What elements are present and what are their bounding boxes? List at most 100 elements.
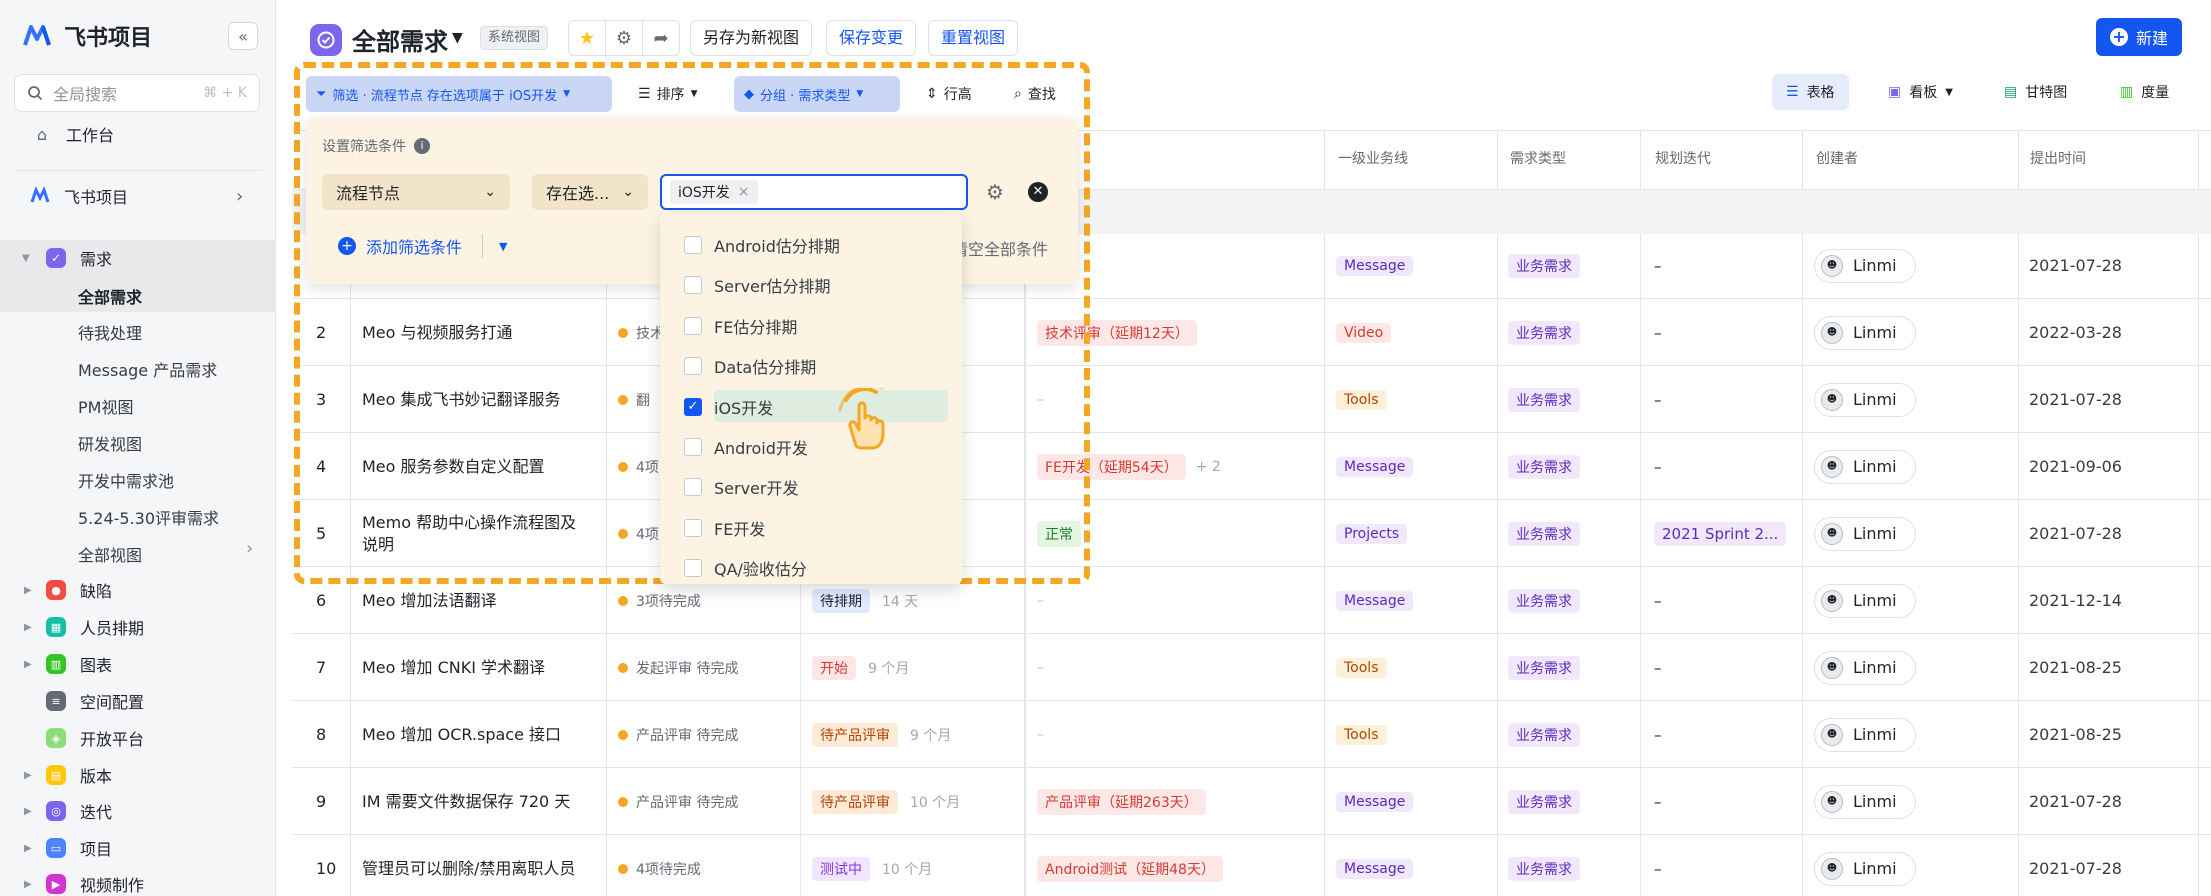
view-type-kanban[interactable]: ▣ 看板 ▼	[1874, 74, 1967, 110]
filter-option[interactable]: FE估分排期	[684, 309, 797, 343]
sidebar-item-staffing[interactable]: ▶ ▦ 人员排期	[0, 609, 276, 645]
sidebar-item-iterations[interactable]: ▶ ◎ 迭代	[0, 793, 276, 829]
clear-all-conditions-button[interactable]: 清空全部条件	[952, 236, 1048, 260]
sidebar-item-versions[interactable]: ▶ ▤ 版本	[0, 757, 276, 793]
creator-chip[interactable]: ☻ Linmi	[1814, 784, 1916, 819]
filter-option[interactable]: Server估分排期	[684, 268, 830, 302]
view-type-metrics[interactable]: ▥ 度量	[2106, 74, 2183, 110]
sidebar-item-label: 缺陷	[80, 582, 113, 601]
filter-button[interactable]: ⏷ 筛选 · 流程节点 存在选项属于 iOS开发 ▼	[306, 76, 612, 112]
checkbox-icon[interactable]	[684, 276, 702, 295]
caret-down-icon[interactable]: ▼	[499, 240, 507, 253]
table-row[interactable]: 7 Meo 增加 CNKI 学术翻译 发起评审 待完成 开始 9 个月 – Tools 业务需…	[292, 634, 2211, 701]
sidebar-item-projects[interactable]: ▶ ▭ 项目	[0, 830, 276, 866]
gear-icon[interactable]: ⚙	[986, 180, 1004, 204]
group-button[interactable]: ◆ 分组 · 需求类型 ▼	[734, 76, 900, 112]
filter-option[interactable]: Android估分排期	[684, 228, 840, 262]
creator-chip[interactable]: ☻ Linmi	[1814, 382, 1916, 417]
collapse-sidebar-button[interactable]: «	[228, 22, 258, 50]
filter-option[interactable]: ✓ iOS开发	[684, 390, 773, 424]
creator-chip[interactable]: ☻ Linmi	[1814, 449, 1916, 484]
filter-option-label: Android开发	[714, 439, 808, 458]
filter-option[interactable]: Data估分排期	[684, 349, 816, 383]
sidebar-view-all[interactable]: 全部视图	[78, 542, 142, 566]
stage-tag[interactable]: 待产品评审	[812, 789, 898, 814]
reset-view-button[interactable]: 重置视图	[928, 20, 1019, 56]
filter-operator-select[interactable]: 存在选... ⌄	[532, 174, 648, 210]
requirement-title[interactable]: Meo 增加 CNKI 学术翻译	[362, 634, 592, 701]
sidebar-view-all-requirements[interactable]: 全部需求	[78, 284, 142, 308]
filter-field-select[interactable]: 流程节点 ⌄	[322, 174, 510, 210]
checkbox-icon[interactable]	[684, 438, 702, 456]
star-icon[interactable]: ★	[569, 21, 606, 55]
global-search-input[interactable]: 全局搜索 ⌘ + K	[14, 74, 260, 112]
stage-tag[interactable]: 测试中	[812, 856, 870, 881]
filter-option[interactable]: FE开发	[684, 511, 765, 545]
requirement-title[interactable]: Meo 增加 OCR.space 接口	[362, 701, 592, 768]
sidebar-view-pool[interactable]: 开发中需求池	[78, 468, 174, 492]
checkbox-icon[interactable]	[684, 357, 702, 376]
checkbox-icon[interactable]	[684, 236, 702, 254]
table-row[interactable]: 10 管理员可以删除/禁用离职人员 4项待完成 测试中 10 个月 Android测试（延…	[292, 835, 2211, 896]
filter-value-input[interactable]: iOS开发 ×	[660, 174, 968, 210]
sidebar-view-dev[interactable]: 研发视图	[78, 431, 142, 455]
creator-chip[interactable]: ☻ Linmi	[1814, 851, 1916, 886]
creator-chip[interactable]: ☻ Linmi	[1814, 717, 1916, 752]
add-filter-condition-button[interactable]: + 添加筛选条件 ▼	[338, 234, 507, 258]
view-type-table[interactable]: ☰ 表格	[1772, 74, 1849, 110]
checkbox-checked-icon[interactable]: ✓	[684, 397, 702, 416]
creator-chip[interactable]: ☻ Linmi	[1814, 248, 1916, 283]
sidebar-item-space-config[interactable]: ≡ 空间配置	[0, 683, 276, 719]
info-icon[interactable]: i	[414, 138, 430, 154]
sidebar-item-charts[interactable]: ▶ ▥ 图表	[0, 646, 276, 682]
creator-chip[interactable]: ☻ Linmi	[1814, 583, 1916, 618]
sidebar-space-selector[interactable]: 飞书项目 ›	[0, 178, 276, 214]
sidebar-item-bugs[interactable]: ▶ ● 缺陷	[0, 572, 276, 608]
sidebar-view-pending[interactable]: 待我处理	[78, 320, 142, 344]
table-row[interactable]: 8 Meo 增加 OCR.space 接口 产品评审 待完成 待产品评审 9 个月 – To…	[292, 701, 2211, 768]
column-header-iteration[interactable]: 规划迭代	[1655, 148, 1711, 168]
new-button[interactable]: + 新建	[2096, 18, 2182, 56]
creator-chip[interactable]: ☻ Linmi	[1814, 650, 1916, 685]
remove-condition-icon[interactable]: ✕	[1028, 182, 1048, 202]
checkbox-icon[interactable]	[684, 518, 702, 537]
column-header-business-line[interactable]: 一级业务线	[1338, 148, 1408, 168]
creator-chip[interactable]: ☻ Linmi	[1814, 315, 1916, 350]
sort-button[interactable]: ☰ 排序 ▼	[628, 76, 707, 112]
filter-option[interactable]: Android开发	[684, 430, 808, 464]
checkbox-icon[interactable]	[684, 478, 702, 497]
sidebar-item-requirements[interactable]: ▼ ✓ 需求	[0, 240, 276, 276]
share-icon[interactable]: ➦	[643, 21, 679, 55]
save-as-new-view-button[interactable]: 另存为新视图	[690, 20, 813, 56]
requirement-title[interactable]: IM 需要文件数据保存 720 天	[362, 768, 592, 835]
sidebar-item-workbench[interactable]: ⌂ 工作台	[0, 116, 276, 152]
table-row[interactable]: 9 IM 需要文件数据保存 720 天 产品评审 待完成 待产品评审 10 个月 产品评审…	[292, 768, 2211, 835]
checkbox-icon[interactable]	[684, 559, 702, 578]
caret-down-icon[interactable]: ▼	[452, 30, 463, 46]
checkbox-icon[interactable]	[684, 316, 702, 335]
column-header-creator[interactable]: 创建者	[1816, 148, 1858, 168]
more-count[interactable]: + 2	[1196, 459, 1221, 475]
creator-chip[interactable]: ☻ Linmi	[1814, 516, 1916, 551]
stage-tag[interactable]: 待产品评审	[812, 722, 898, 747]
sidebar-view-pm[interactable]: PM视图	[78, 394, 133, 418]
close-icon[interactable]: ×	[738, 184, 750, 200]
filter-option[interactable]: Server开发	[684, 470, 798, 504]
column-header-created-date[interactable]: 提出时间	[2030, 148, 2086, 168]
column-header-type[interactable]: 需求类型	[1510, 148, 1566, 168]
stage-tag[interactable]: 待排期	[812, 588, 870, 613]
gear-icon[interactable]: ⚙	[606, 21, 643, 55]
row-height-button[interactable]: ⇕ 行高	[916, 76, 982, 112]
sidebar-item-open-platform[interactable]: ◈ 开放平台	[0, 720, 276, 756]
sidebar-view-review[interactable]: 5.24-5.30评审需求	[78, 505, 219, 529]
sidebar-view-message[interactable]: Message 产品需求	[78, 357, 217, 381]
view-type-gantt[interactable]: ▤ 甘特图	[1990, 74, 2081, 110]
requirement-title[interactable]: 管理员可以删除/禁用离职人员	[362, 835, 592, 896]
page-title[interactable]: 全部需求	[352, 22, 448, 57]
filter-option[interactable]: QA/验收估分	[684, 551, 807, 584]
sidebar-item-video[interactable]: ▶ ▶ 视频制作	[0, 866, 276, 896]
app-logo[interactable]: 飞书项目	[22, 20, 152, 52]
save-changes-button[interactable]: 保存变更	[826, 20, 917, 56]
stage-tag[interactable]: 开始	[812, 655, 856, 680]
find-button[interactable]: ⌕ 查找	[1004, 76, 1066, 112]
